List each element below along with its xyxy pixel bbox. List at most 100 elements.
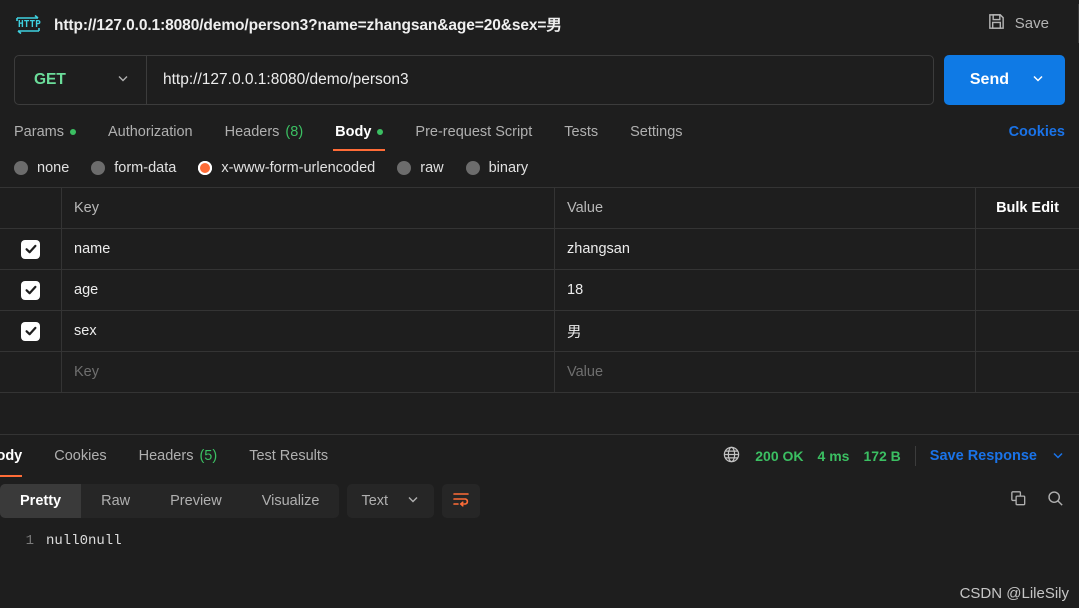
row-checkbox-cell[interactable] — [0, 229, 62, 269]
radio-icon — [397, 161, 412, 175]
row-key-cell[interactable]: age — [62, 270, 555, 310]
radio-icon — [14, 161, 28, 175]
copy-icon[interactable] — [1009, 489, 1028, 513]
table-header-row: Key Value Bulk Edit — [0, 188, 1079, 229]
radio-label: x-www-form-urlencoded — [221, 160, 376, 176]
viewer-mode-preview[interactable]: Preview — [150, 484, 242, 518]
checkbox-checked-icon[interactable] — [21, 321, 40, 341]
request-url-input[interactable] — [147, 56, 933, 104]
radio-binary[interactable]: binary — [465, 160, 529, 176]
new-key-placeholder: Key — [74, 364, 99, 380]
chevron-down-icon — [116, 71, 130, 90]
table-row: age 18 — [0, 270, 1079, 311]
method-label: GET — [34, 71, 66, 88]
modified-dot-icon — [377, 129, 384, 135]
table-row: sex 男 — [0, 311, 1079, 352]
response-viewer-toolbar: Pretty Raw Preview Visualize Text — [0, 477, 1079, 525]
row-key-cell[interactable]: name — [62, 229, 555, 269]
response-status: 200 OK — [755, 448, 804, 464]
row-checkbox-cell[interactable] — [0, 352, 62, 392]
response-time: 4 ms — [817, 448, 850, 464]
tab-label: Tests — [564, 124, 599, 140]
radio-label: raw — [420, 160, 444, 176]
radio-icon — [91, 161, 106, 175]
save-response-button[interactable]: Save Response — [930, 448, 1037, 464]
bulk-edit-button[interactable]: Bulk Edit — [976, 188, 1079, 228]
row-checkbox-cell[interactable] — [0, 270, 62, 310]
row-actions-cell — [976, 352, 1079, 392]
response-tab-test-results[interactable]: Test Results — [233, 435, 344, 477]
row-key-cell[interactable]: sex — [62, 311, 555, 351]
row-checkbox-cell[interactable] — [0, 311, 62, 351]
viewer-mode-visualize[interactable]: Visualize — [242, 484, 340, 518]
radio-form-data[interactable]: form-data — [91, 160, 176, 176]
line-number: 1 — [25, 533, 34, 549]
chevron-down-icon[interactable] — [1051, 448, 1065, 465]
save-label: Save — [1014, 15, 1049, 32]
word-wrap-button[interactable] — [442, 484, 481, 518]
request-bar: GET Send — [0, 47, 1079, 113]
new-value-input[interactable]: Value — [555, 352, 976, 392]
header-key-cell: Key — [62, 188, 555, 228]
radio-raw[interactable]: raw — [397, 160, 444, 176]
header-check-cell — [0, 188, 62, 228]
tab-headers[interactable]: Headers (8) — [209, 113, 320, 151]
radio-x-www-form-urlencoded[interactable]: x-www-form-urlencoded — [198, 160, 375, 176]
tab-count: (5) — [199, 448, 218, 464]
format-selector[interactable]: Text — [347, 484, 435, 518]
radio-label: form-data — [114, 160, 177, 176]
tab-label: Authorization — [107, 124, 193, 140]
table-row: name zhangsan — [0, 229, 1079, 270]
viewer-mode-pretty[interactable]: Pretty — [0, 484, 82, 518]
http-icon: HTTP — [14, 12, 42, 36]
request-tabs: Params Authorization Headers (8) Body Pr… — [0, 113, 1079, 151]
tab-pre-request-script[interactable]: Pre-request Script — [399, 113, 548, 151]
tab-settings[interactable]: Settings — [614, 113, 698, 151]
send-button[interactable]: Send — [943, 55, 1065, 105]
tab-tests[interactable]: Tests — [548, 113, 614, 151]
chevron-down-icon — [406, 492, 420, 510]
tab-body[interactable]: Body — [319, 113, 399, 151]
radio-label: none — [37, 160, 70, 176]
tab-label: Headers — [138, 448, 194, 464]
send-label: Send — [969, 71, 1009, 88]
save-button[interactable]: Save — [987, 12, 1065, 36]
word-wrap-icon — [451, 490, 471, 513]
globe-icon — [722, 445, 741, 467]
row-value-cell[interactable]: zhangsan — [555, 229, 976, 269]
viewer-mode-raw[interactable]: Raw — [81, 484, 150, 518]
meta-divider — [914, 446, 916, 466]
row-value-cell[interactable]: 男 — [555, 311, 976, 351]
floppy-disk-icon — [987, 12, 1006, 36]
method-url-group: GET — [14, 55, 934, 105]
response-size: 172 B — [863, 448, 901, 464]
checkbox-checked-icon[interactable] — [21, 239, 40, 259]
radio-none[interactable]: none — [14, 160, 69, 176]
radio-icon — [465, 161, 480, 175]
response-tab-body[interactable]: Body — [0, 435, 38, 477]
new-key-input[interactable]: Key — [62, 352, 555, 392]
viewer-action-icons — [1009, 489, 1065, 513]
header-key-label: Key — [74, 200, 99, 216]
checkbox-checked-icon[interactable] — [21, 280, 40, 300]
tab-params[interactable]: Params — [14, 113, 92, 151]
method-selector[interactable]: GET — [15, 56, 147, 104]
search-icon[interactable] — [1046, 489, 1065, 513]
row-value-cell[interactable]: 18 — [555, 270, 976, 310]
viewer-mode-group: Pretty Raw Preview Visualize — [0, 484, 340, 518]
body-type-radio-group: none form-data x-www-form-urlencoded raw… — [0, 151, 1079, 187]
response-tab-headers[interactable]: Headers (5) — [123, 435, 234, 477]
radio-label: binary — [488, 160, 529, 176]
title-bar: HTTP http://127.0.0.1:8080/demo/person3?… — [0, 0, 1079, 47]
tab-label: Params — [14, 124, 64, 140]
response-tab-cookies[interactable]: Cookies — [38, 435, 122, 477]
tab-url-title: http://127.0.0.1:8080/demo/person3?name=… — [54, 16, 562, 34]
tab-label: Pre-request Script — [415, 124, 533, 140]
tab-count: (8) — [285, 124, 304, 140]
tab-label: Body — [335, 124, 372, 140]
format-label: Text — [361, 493, 389, 509]
tab-label: Body — [0, 448, 23, 464]
tab-authorization[interactable]: Authorization — [92, 113, 209, 151]
tab-label: Cookies — [54, 448, 107, 464]
cookies-link[interactable]: Cookies — [1009, 124, 1065, 140]
